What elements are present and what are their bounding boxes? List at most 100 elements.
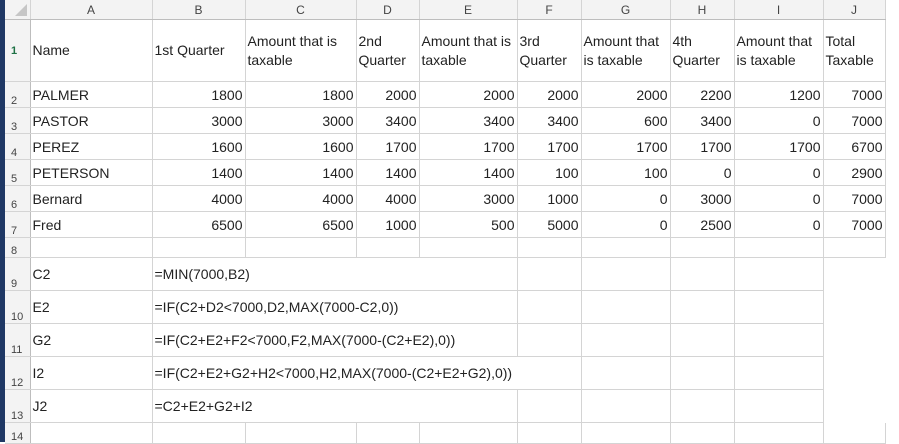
formula-cell-ref[interactable]: G2 <box>30 323 153 357</box>
empty-cell[interactable] <box>734 237 824 258</box>
name-cell[interactable]: PALMER <box>30 81 153 108</box>
value-cell[interactable]: 1700 <box>517 133 582 160</box>
value-cell[interactable]: 1700 <box>734 133 824 160</box>
header-cell[interactable]: Amount that is taxable <box>581 19 671 82</box>
empty-cell[interactable] <box>670 422 735 444</box>
value-cell[interactable]: 2900 <box>823 159 886 186</box>
header-cell[interactable]: Amount that is taxable <box>245 19 357 82</box>
empty-cell[interactable] <box>581 323 671 357</box>
value-cell[interactable]: 1400 <box>356 159 420 186</box>
name-cell[interactable]: Bernard <box>30 185 153 212</box>
empty-cell[interactable] <box>419 422 518 444</box>
value-cell[interactable]: 1200 <box>734 81 824 108</box>
value-cell[interactable]: 1000 <box>517 185 582 212</box>
row-number[interactable]: 12 <box>5 356 31 390</box>
value-cell[interactable]: 4000 <box>245 185 357 212</box>
row-number[interactable]: 7 <box>5 211 31 238</box>
row-number[interactable]: 14 <box>5 422 31 444</box>
empty-cell[interactable] <box>517 237 582 258</box>
empty-cell[interactable] <box>734 356 824 390</box>
header-cell[interactable]: Total Taxable <box>823 19 886 82</box>
empty-cell[interactable] <box>517 323 582 357</box>
column-header-e[interactable]: E <box>419 0 518 20</box>
column-header-c[interactable]: C <box>245 0 357 20</box>
value-cell[interactable]: 2200 <box>670 81 735 108</box>
row-number[interactable]: 3 <box>5 107 31 134</box>
formula-text[interactable]: =MIN(7000,B2) <box>152 257 518 291</box>
value-cell[interactable]: 2000 <box>581 81 671 108</box>
value-cell[interactable]: 1400 <box>152 159 246 186</box>
empty-cell[interactable] <box>581 257 671 291</box>
value-cell[interactable]: 1700 <box>356 133 420 160</box>
value-cell[interactable]: 7000 <box>823 185 886 212</box>
formula-cell-ref[interactable]: E2 <box>30 290 153 324</box>
column-header-j[interactable]: J <box>823 0 886 20</box>
empty-cell[interactable] <box>670 237 735 258</box>
empty-cell[interactable] <box>245 237 357 258</box>
empty-cell[interactable] <box>356 237 420 258</box>
value-cell[interactable]: 3400 <box>517 107 582 134</box>
column-header-h[interactable]: H <box>670 0 735 20</box>
row-number[interactable]: 9 <box>5 257 31 291</box>
empty-cell[interactable] <box>356 422 420 444</box>
value-cell[interactable]: 1400 <box>245 159 357 186</box>
row-number[interactable]: 8 <box>5 237 31 258</box>
name-cell[interactable]: Fred <box>30 211 153 238</box>
value-cell[interactable]: 2000 <box>517 81 582 108</box>
value-cell[interactable]: 1400 <box>419 159 518 186</box>
empty-cell[interactable] <box>734 422 824 444</box>
row-number[interactable]: 10 <box>5 290 31 324</box>
value-cell[interactable]: 3000 <box>670 185 735 212</box>
value-cell[interactable]: 0 <box>734 185 824 212</box>
formula-cell-ref[interactable]: I2 <box>30 356 153 390</box>
formula-text[interactable]: =IF(C2+E2+F2<7000,F2,MAX(7000-(C2+E2),0)… <box>152 323 518 357</box>
value-cell[interactable]: 3000 <box>419 185 518 212</box>
value-cell[interactable]: 2000 <box>356 81 420 108</box>
empty-cell[interactable] <box>517 422 582 444</box>
value-cell[interactable]: 600 <box>581 107 671 134</box>
empty-cell[interactable] <box>152 422 246 444</box>
empty-cell[interactable] <box>517 290 582 324</box>
column-header-d[interactable]: D <box>356 0 420 20</box>
value-cell[interactable]: 7000 <box>823 81 886 108</box>
formula-cell-ref[interactable]: C2 <box>30 257 153 291</box>
empty-cell[interactable] <box>30 422 153 444</box>
value-cell[interactable]: 2500 <box>670 211 735 238</box>
column-header-f[interactable]: F <box>517 0 582 20</box>
name-cell[interactable]: PETERSON <box>30 159 153 186</box>
value-cell[interactable]: 6700 <box>823 133 886 160</box>
column-header-g[interactable]: G <box>581 0 671 20</box>
value-cell[interactable]: 3400 <box>356 107 420 134</box>
value-cell[interactable]: 6500 <box>245 211 357 238</box>
row-number[interactable]: 4 <box>5 133 31 160</box>
empty-cell[interactable] <box>517 257 582 291</box>
header-cell[interactable]: 1st Quarter <box>152 19 246 82</box>
row-number[interactable]: 1 <box>5 19 31 82</box>
header-cell[interactable]: 3rd Quarter <box>517 19 582 82</box>
value-cell[interactable]: 0 <box>581 185 671 212</box>
header-cell[interactable]: 4th Quarter <box>670 19 735 82</box>
value-cell[interactable]: 5000 <box>517 211 582 238</box>
empty-cell[interactable] <box>581 290 671 324</box>
value-cell[interactable]: 4000 <box>356 185 420 212</box>
value-cell[interactable]: 1800 <box>245 81 357 108</box>
value-cell[interactable]: 4000 <box>152 185 246 212</box>
empty-cell[interactable] <box>670 389 735 423</box>
value-cell[interactable]: 0 <box>734 211 824 238</box>
row-number[interactable]: 6 <box>5 185 31 212</box>
empty-cell[interactable] <box>734 323 824 357</box>
empty-cell[interactable] <box>152 237 246 258</box>
empty-cell[interactable] <box>670 323 735 357</box>
empty-cell[interactable] <box>670 356 735 390</box>
value-cell[interactable]: 1700 <box>419 133 518 160</box>
row-number[interactable]: 13 <box>5 389 31 423</box>
column-header-i[interactable]: I <box>734 0 824 20</box>
value-cell[interactable]: 7000 <box>823 107 886 134</box>
formula-text[interactable]: =IF(C2+D2<7000,D2,MAX(7000-C2,0)) <box>152 290 518 324</box>
select-all-corner[interactable] <box>5 0 31 20</box>
value-cell[interactable]: 500 <box>419 211 518 238</box>
value-cell[interactable]: 0 <box>734 159 824 186</box>
value-cell[interactable]: 7000 <box>823 211 886 238</box>
header-cell[interactable]: Amount that is taxable <box>734 19 824 82</box>
column-header-b[interactable]: B <box>152 0 246 20</box>
